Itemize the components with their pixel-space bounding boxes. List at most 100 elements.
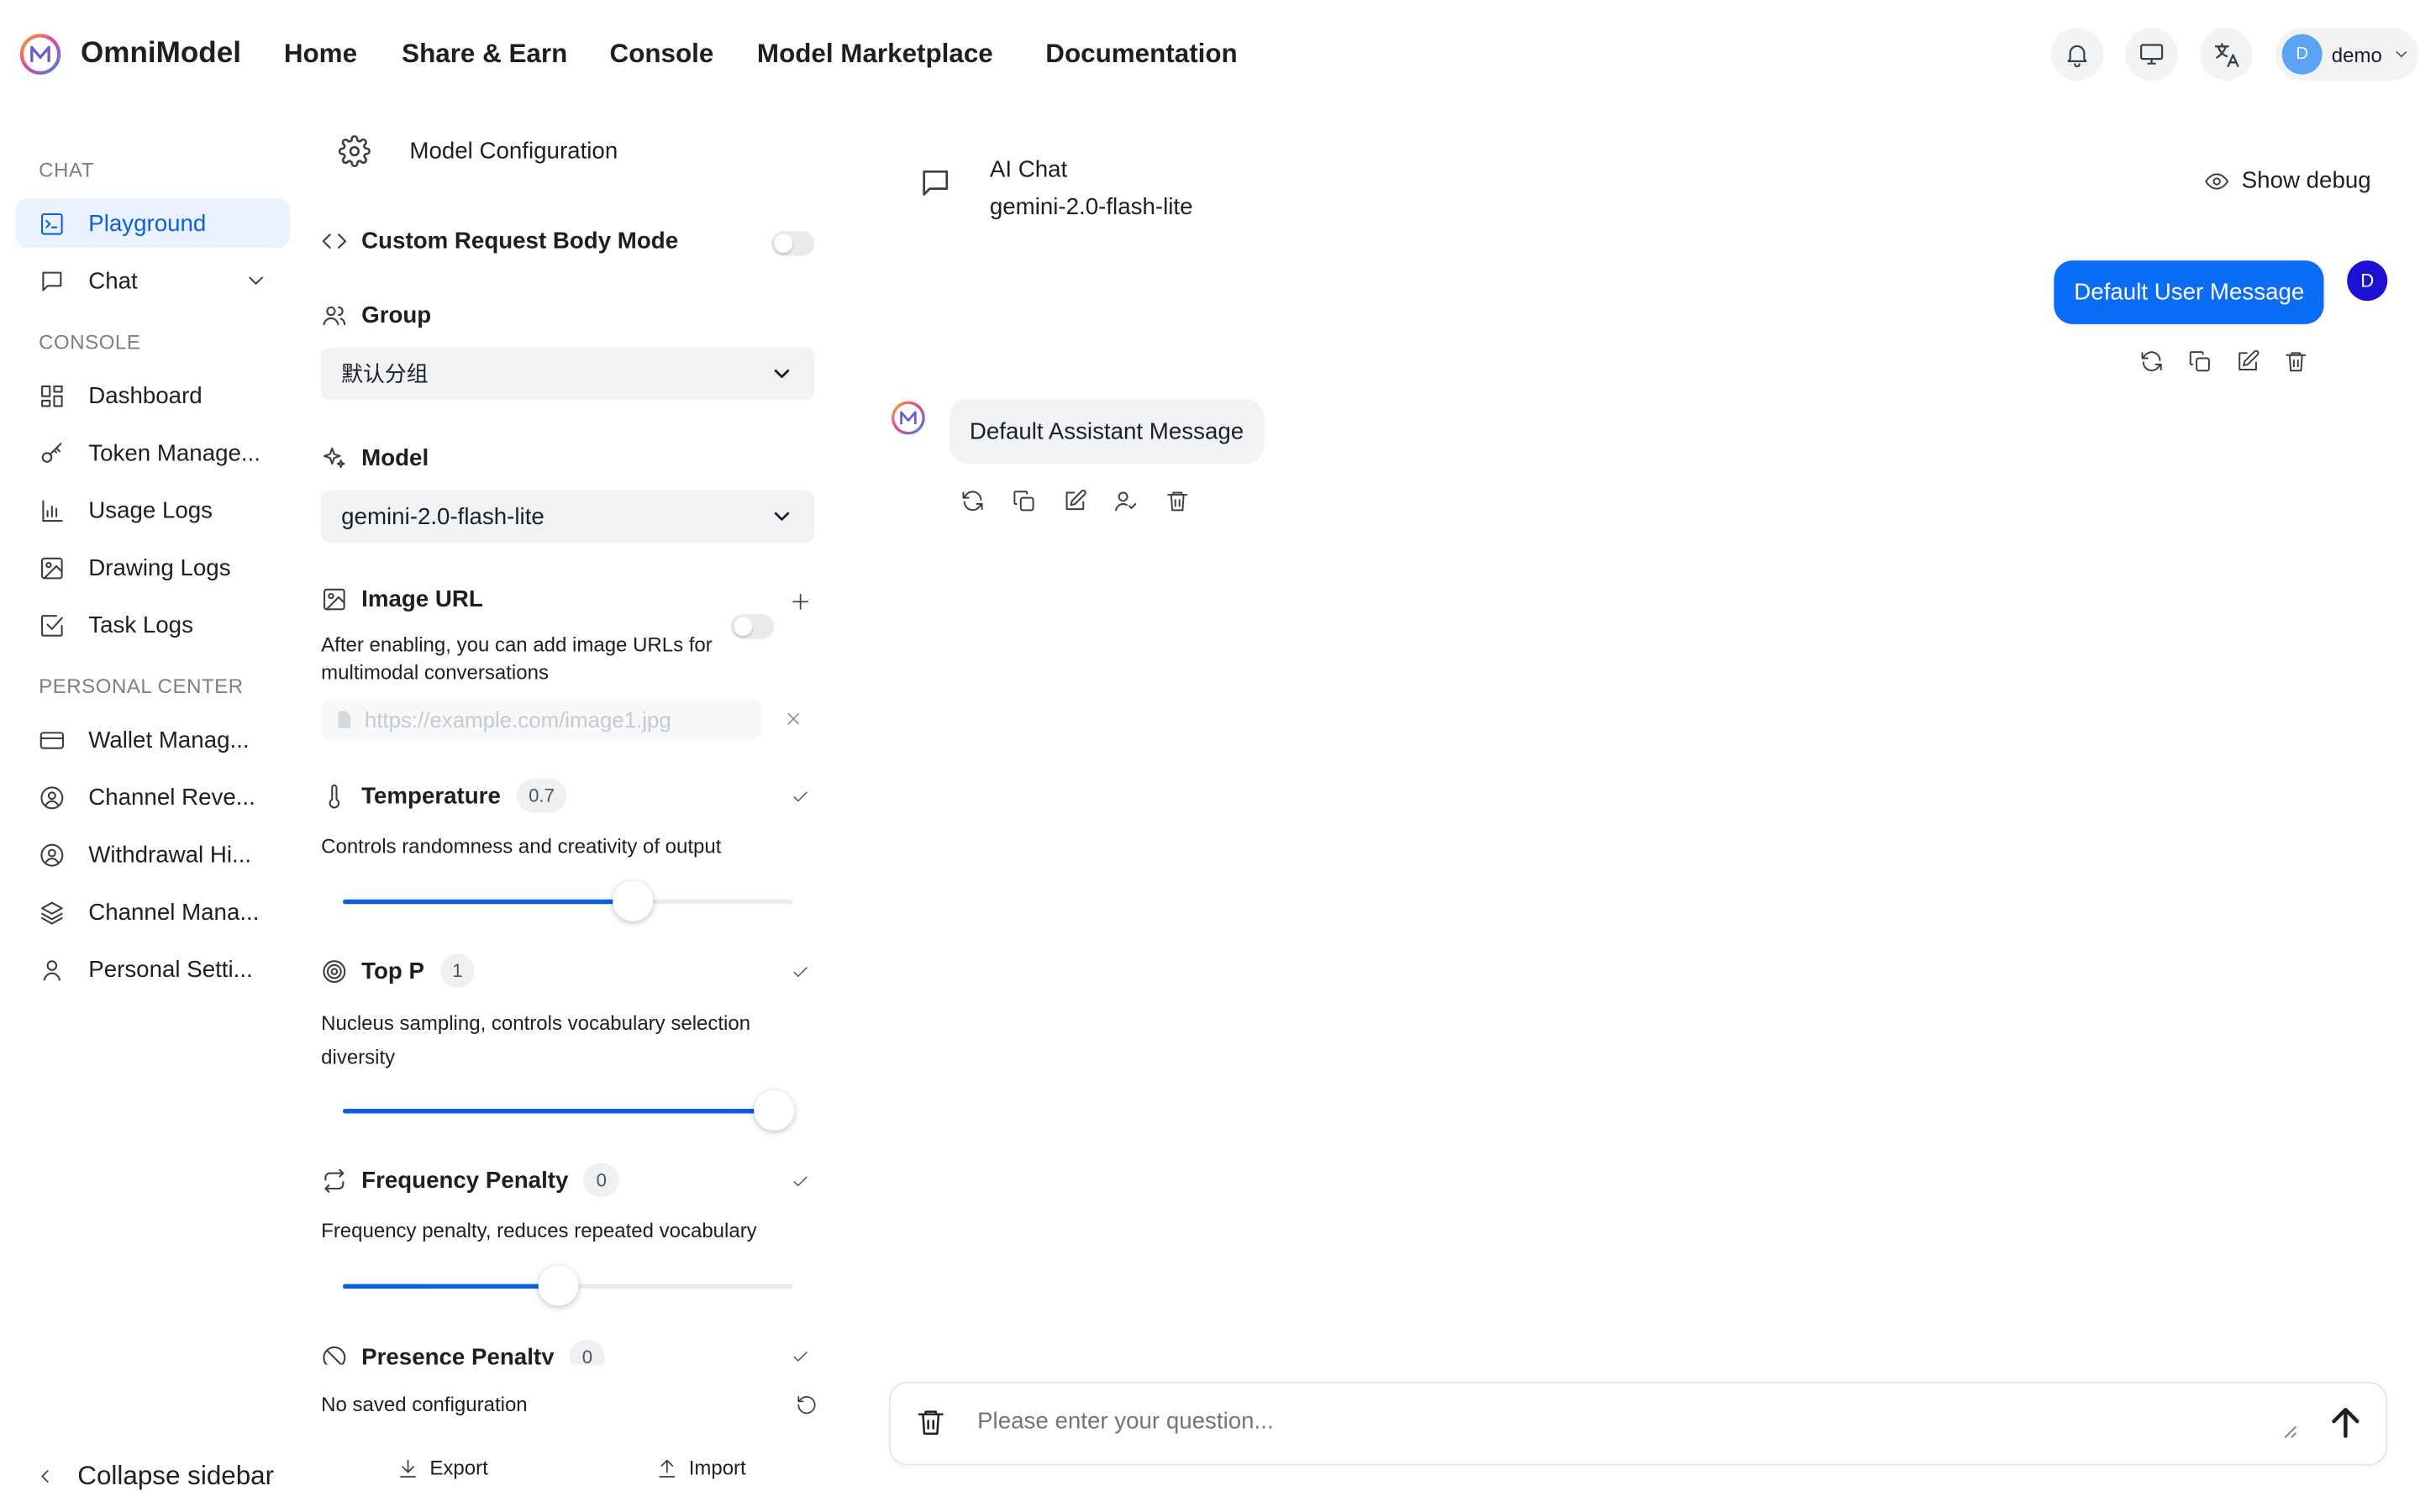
message-square-icon (923, 170, 949, 196)
trash-icon[interactable] (1165, 489, 1190, 514)
trash-icon[interactable] (2284, 349, 2309, 374)
brand-name: OmniModel (81, 37, 241, 71)
frequency-penalty-slider-handle[interactable] (538, 1265, 579, 1306)
copy-icon[interactable] (1012, 489, 1037, 514)
group-section: Group (321, 302, 431, 328)
brand[interactable]: OmniModel (18, 31, 241, 77)
sidebar-item-drawing-logs[interactable]: Drawing Logs (15, 543, 290, 592)
top-p-slider-handle[interactable] (754, 1089, 795, 1131)
copy-icon[interactable] (2187, 349, 2212, 374)
frequency-penalty-slider[interactable] (343, 1265, 793, 1306)
model-section: Model (321, 445, 429, 471)
language-button[interactable] (2199, 28, 2253, 81)
import-label: Import (688, 1456, 746, 1480)
layers-icon (41, 900, 63, 924)
edit-icon[interactable] (1063, 489, 1088, 514)
top-p-description: Nucleus sampling, controls vocabulary se… (321, 1011, 751, 1069)
temperature-slider[interactable] (343, 880, 793, 921)
check-icon[interactable] (792, 1173, 810, 1191)
download-icon (400, 1458, 417, 1477)
group-label: Group (361, 302, 432, 329)
sidebar-item-usage-logs[interactable]: Usage Logs (15, 486, 290, 535)
sidebar-item-chat[interactable]: Chat (15, 256, 290, 306)
image-icon (41, 556, 63, 579)
check-icon[interactable] (792, 963, 810, 981)
custom-body-mode-section: Custom Request Body Mode (321, 228, 678, 255)
export-button[interactable]: Export (397, 1456, 488, 1480)
sidebar-item-channel-management[interactable]: Channel Mana... (15, 887, 290, 937)
target-icon (323, 959, 346, 983)
export-label: Export (429, 1456, 488, 1480)
image-url-section: Image URL (321, 586, 483, 612)
sidebar-item-label: Task Logs (88, 612, 193, 638)
nav-model-marketplace[interactable]: Model Marketplace (757, 39, 993, 70)
user-menu[interactable]: D demo (2275, 28, 2419, 81)
reset-icon[interactable] (796, 1394, 818, 1416)
frequency-penalty-slider-fill (343, 1284, 559, 1289)
image-url-placeholder: https://example.com/image1.jpg (364, 706, 671, 732)
chat-header: AI Chat gemini-2.0-flash-lite (990, 152, 1193, 227)
collapse-sidebar-label: Collapse sidebar (77, 1461, 275, 1491)
user-switch-icon[interactable] (1114, 489, 1139, 514)
chevron-down-icon (774, 512, 790, 521)
sidebar-item-wallet[interactable]: Wallet Manag... (15, 715, 290, 764)
refresh-icon[interactable] (960, 489, 986, 514)
sidebar-item-label: Dashboard (88, 382, 203, 409)
sidebar-item-label: Channel Reve... (88, 784, 255, 811)
edit-icon[interactable] (2235, 349, 2260, 374)
custom-body-mode-toggle[interactable] (771, 231, 815, 256)
refresh-icon[interactable] (2139, 349, 2165, 374)
resize-handle-icon[interactable] (2282, 1424, 2297, 1439)
avatar: D (2281, 34, 2323, 75)
sidebar-item-task-logs[interactable]: Task Logs (15, 600, 290, 649)
thermometer-icon (329, 784, 340, 808)
sparkles-icon (324, 447, 345, 469)
sidebar-item-channel-revenue[interactable]: Channel Reve... (15, 772, 290, 822)
nav-home[interactable]: Home (284, 39, 357, 70)
notifications-button[interactable] (2050, 28, 2104, 81)
config-header: Model Configuration (338, 135, 618, 168)
key-icon (41, 442, 62, 462)
monitor-icon (2140, 44, 2164, 65)
temperature-label: Temperature (361, 782, 501, 809)
sidebar-item-playground[interactable]: Playground (15, 198, 291, 249)
show-debug-button[interactable]: Show debug (2204, 167, 2371, 194)
sidebar-item-label: Drawing Logs (88, 554, 231, 581)
user-message-actions (2139, 349, 2308, 374)
trash-icon[interactable] (915, 1406, 946, 1437)
image-url-input[interactable]: https://example.com/image1.jpg (321, 699, 762, 740)
nav-documentation[interactable]: Documentation (1045, 39, 1237, 70)
upload-icon (659, 1458, 676, 1477)
close-icon[interactable] (785, 711, 802, 727)
sidebar-item-personal-settings[interactable]: Personal Setti... (15, 944, 290, 994)
chat-input[interactable] (977, 1408, 2249, 1435)
theme-button[interactable] (2125, 28, 2179, 81)
check-icon[interactable] (792, 788, 810, 806)
top-p-slider[interactable] (343, 1089, 795, 1131)
sidebar-item-token-management[interactable]: Token Manage... (15, 428, 290, 478)
sidebar-item-dashboard[interactable]: Dashboard (15, 370, 290, 420)
model-select[interactable]: gemini-2.0-flash-lite (321, 490, 815, 543)
sidebar-item-label: Personal Setti... (88, 956, 253, 983)
sidebar-item-label: Token Manage... (88, 439, 260, 466)
avatar: D (2347, 260, 2388, 302)
temperature-slider-handle[interactable] (613, 880, 654, 921)
sidebar-item-withdrawal-history[interactable]: Withdrawal Hi... (15, 830, 290, 879)
send-arrow-icon[interactable] (2327, 1404, 2364, 1441)
terminal-icon (41, 213, 63, 234)
check-icon[interactable] (792, 1347, 810, 1366)
temperature-description: Controls randomness and creativity of ou… (321, 834, 722, 858)
translate-icon (2213, 42, 2238, 66)
chevron-left-icon (41, 1470, 49, 1483)
collapse-sidebar-button[interactable]: Collapse sidebar (34, 1461, 274, 1492)
nav-console[interactable]: Console (610, 39, 714, 70)
image-url-label: Image URL (361, 585, 483, 613)
credit-card-icon (39, 731, 64, 748)
frequency-penalty-value-badge: 0 (583, 1163, 619, 1198)
nav-share-earn[interactable]: Share & Earn (402, 39, 567, 70)
config-scroll-mask (310, 1364, 838, 1383)
image-icon (324, 588, 345, 611)
plus-icon[interactable] (790, 591, 812, 612)
group-select[interactable]: 默认分组 (321, 347, 815, 401)
import-button[interactable]: Import (656, 1456, 746, 1480)
